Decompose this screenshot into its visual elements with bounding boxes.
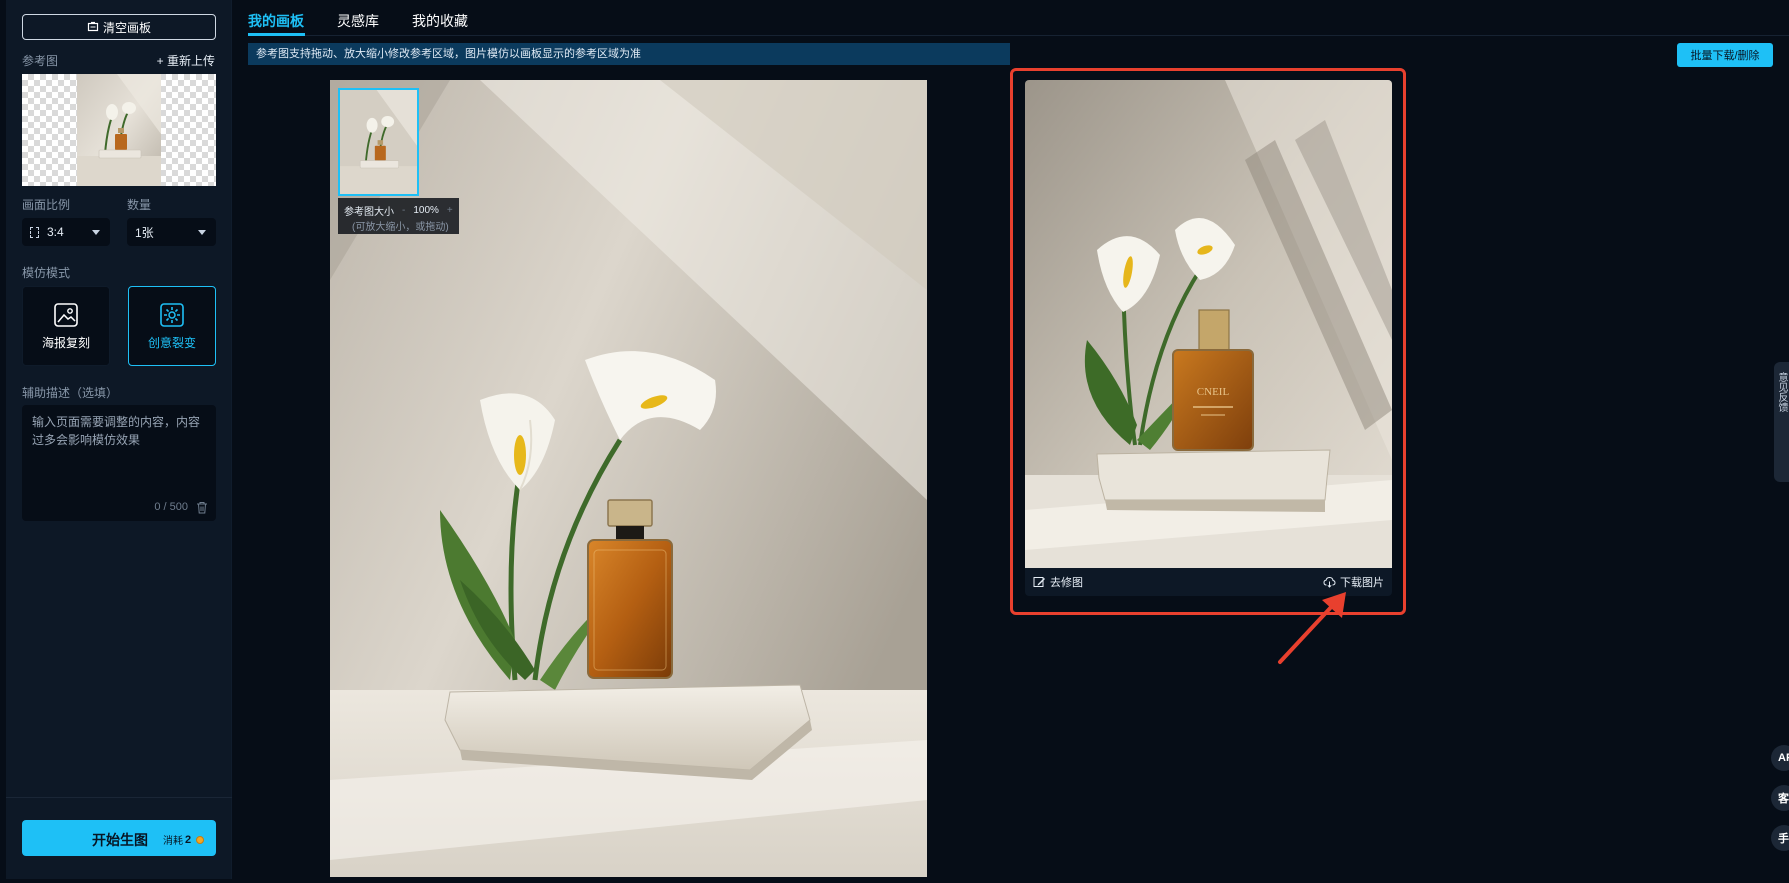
description-label: 辅助描述（选填）: [22, 386, 119, 400]
reference-overlay-photo: [340, 90, 417, 194]
reference-photo: [77, 74, 161, 186]
zoom-value: 100%: [413, 205, 439, 216]
retouch-label: 去修图: [1050, 577, 1083, 589]
canvas-icon: [87, 21, 99, 32]
result-image[interactable]: CNEIL: [1025, 80, 1392, 568]
tab-my-canvas[interactable]: 我的画板: [248, 11, 304, 31]
mode-poster-replicate[interactable]: 海报复刻: [22, 286, 110, 366]
bottle-brand-text: CNEIL: [1197, 386, 1230, 398]
cost-indicator: 消耗 2: [163, 832, 205, 847]
mode-creative-label: 创意裂变: [147, 335, 196, 350]
chevron-down-icon: [198, 230, 206, 235]
cost-prefix: 消耗: [163, 836, 183, 847]
api-float-button[interactable]: API: [1771, 745, 1789, 771]
active-tab-indicator: [248, 33, 305, 36]
count-value: 1张: [135, 225, 154, 240]
zoom-hint: (可放大缩小，或拖动): [352, 222, 449, 233]
trash-icon[interactable]: [196, 501, 208, 514]
count-label: 数量: [127, 198, 152, 212]
reference-label: 参考图: [22, 54, 59, 68]
annotation-arrow: [1278, 592, 1346, 664]
clear-canvas-label: 清空画板: [102, 20, 151, 35]
tab-inspiration[interactable]: 灵感库: [337, 11, 379, 31]
description-box: 0 / 500: [22, 405, 216, 521]
zoom-in-button[interactable]: +: [447, 205, 453, 216]
ratio-icon: [30, 226, 39, 238]
reference-image[interactable]: [22, 74, 216, 186]
ratio-select[interactable]: 3:4: [22, 218, 110, 246]
retouch-button[interactable]: 去修图: [1033, 574, 1083, 590]
feedback-side-tab[interactable]: 意见反馈: [1774, 362, 1789, 482]
sidebar: 清空画板 参考图 + 重新上传 画面比例 数量 3:4 1张 模仿模式 海报复刻: [6, 0, 232, 879]
cost-value: 2: [185, 833, 192, 846]
description-counter: 0 / 500: [154, 501, 188, 513]
customer-service-float-button[interactable]: 客服: [1771, 785, 1789, 811]
sidebar-divider: [6, 797, 232, 798]
coin-icon: [196, 835, 205, 844]
reference-overlay-thumb[interactable]: [338, 88, 419, 196]
ratio-label: 画面比例: [22, 198, 71, 212]
reference-size-label: 参考图大小: [344, 207, 394, 218]
feedback-label: 意见反馈: [1776, 372, 1787, 412]
reupload-button[interactable]: + 重新上传: [157, 52, 215, 69]
mobile-float-button[interactable]: 手机: [1771, 825, 1789, 851]
mode-poster-label: 海报复刻: [41, 335, 90, 350]
batch-download-delete-button[interactable]: 批量下载/删除: [1677, 43, 1773, 67]
mode-label: 模仿模式: [22, 266, 71, 280]
result-card[interactable]: CNEIL 去修图 下载图片: [1025, 80, 1392, 596]
cloud-download-icon: [1323, 576, 1336, 588]
count-select[interactable]: 1张: [127, 218, 216, 246]
reference-size-panel: 参考图大小 - 100% + (可放大缩小，或拖动): [338, 198, 459, 234]
settings-gear-icon: [160, 302, 184, 327]
edit-icon: [1033, 577, 1045, 587]
start-generate-button[interactable]: 开始生图 消耗 2: [22, 820, 216, 856]
description-input[interactable]: [32, 413, 208, 493]
start-generate-label: 开始生图: [92, 832, 148, 848]
image-icon: [54, 302, 78, 327]
clear-canvas-button[interactable]: 清空画板: [22, 14, 216, 40]
top-tabs: 我的画板 灵感库 我的收藏: [248, 0, 1789, 36]
tab-favorites[interactable]: 我的收藏: [412, 11, 468, 31]
chevron-down-icon: [92, 230, 100, 235]
zoom-out-button[interactable]: -: [402, 205, 405, 216]
notice-banner: 参考图支持拖动、放大缩小修改参考区域，图片模仿以画板显示的参考区域为准: [248, 43, 1010, 65]
ratio-value: 3:4: [47, 225, 64, 239]
mode-creative-fission[interactable]: 创意裂变: [128, 286, 216, 366]
